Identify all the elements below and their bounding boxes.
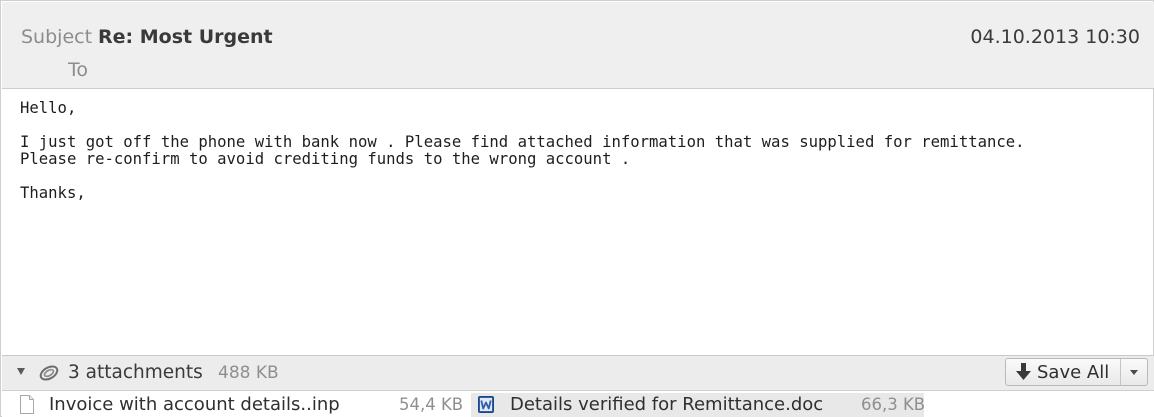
word-doc-icon	[478, 396, 494, 413]
body-blank-line	[20, 168, 1140, 185]
message-date: 04.10.2013 10:30	[970, 26, 1140, 48]
body-line: Thanks,	[20, 184, 86, 202]
attachment-size: 54,4 KB	[399, 395, 464, 414]
paperclip-icon	[39, 365, 59, 381]
save-all-dropdown[interactable]	[1121, 359, 1147, 385]
message-header: Subject Re: Most Urgent 04.10.2013 10:30…	[2, 2, 1154, 89]
message-pane: Subject Re: Most Urgent 04.10.2013 10:30…	[0, 0, 1154, 417]
body-blank-line	[20, 117, 1140, 134]
chevron-down-icon	[1130, 370, 1138, 375]
body-line: I just got off the phone with bank now .…	[20, 133, 1025, 151]
attachment-list: Invoice with account details..inp 54,4 K…	[2, 391, 1154, 417]
save-all-label: Save All	[1037, 362, 1110, 383]
attachment-item[interactable]: Invoice with account details..inp	[49, 394, 340, 415]
subject-label: Subject	[21, 26, 93, 48]
triangle-down-icon[interactable]	[17, 368, 25, 375]
save-all-button[interactable]: Save All	[1006, 359, 1121, 385]
attachment-bar: 3 attachments 488 KB Save All	[2, 355, 1154, 391]
save-all-button-group: Save All	[1005, 358, 1148, 386]
attachment-size: 66,3 KB	[861, 395, 926, 414]
attachment-count[interactable]: 3 attachments	[68, 362, 203, 383]
download-arrow-icon	[1016, 363, 1031, 380]
attachment-total-size: 488 KB	[218, 363, 279, 383]
attachment-item[interactable]: Details verified for Remittance.doc	[510, 394, 823, 415]
body-line: Hello,	[20, 99, 77, 117]
message-body: Hello, I just got off the phone with ban…	[20, 100, 1140, 202]
generic-file-icon	[20, 395, 34, 414]
subject-value: Re: Most Urgent	[98, 26, 273, 48]
body-line: Please re-confirm to avoid crediting fun…	[20, 150, 631, 168]
to-label: To	[68, 59, 89, 81]
